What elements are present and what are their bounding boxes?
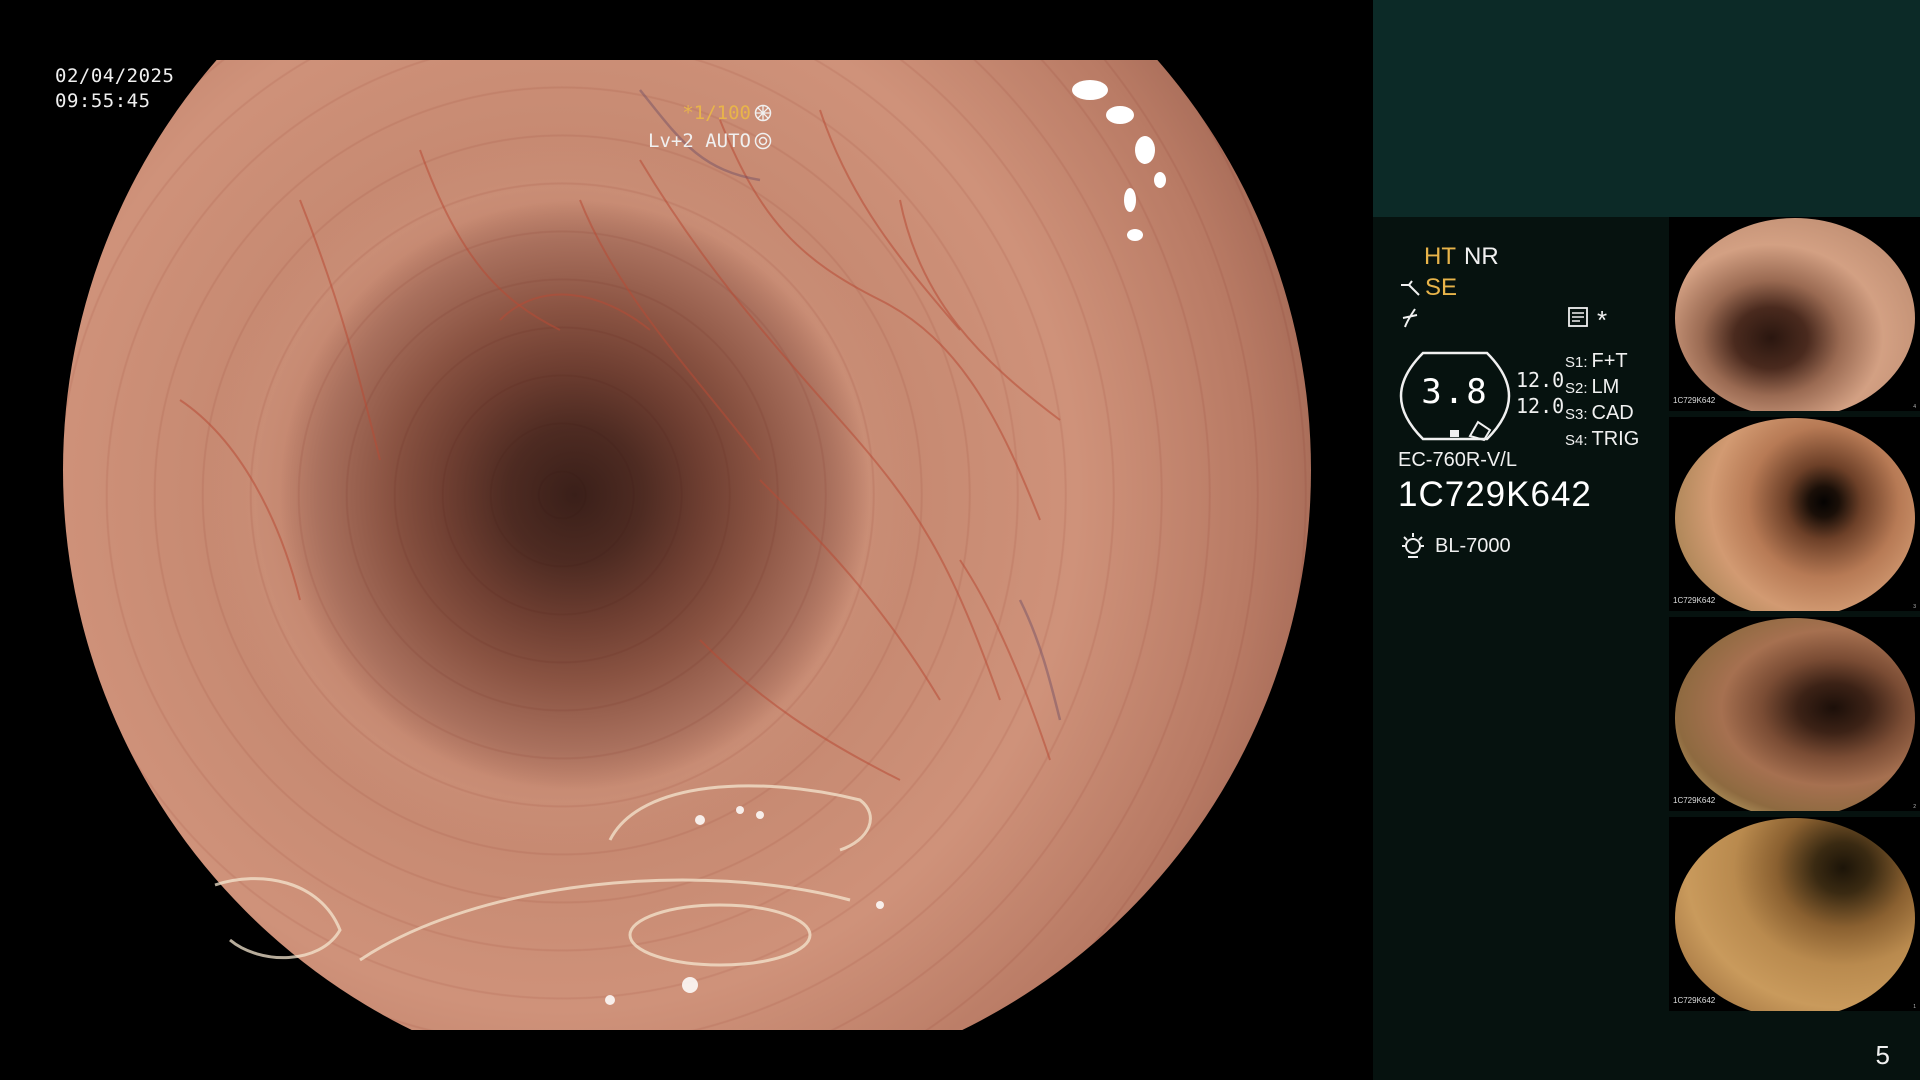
thumbnail-number: 3 [1913,604,1916,610]
specular-highlight [1072,80,1166,241]
switch-item-s2: S2: LM [1565,375,1639,401]
dimension-value-1: 12.0 [1516,368,1565,392]
date-text: 02/04/2025 [55,65,175,87]
switch-key: S3: [1565,406,1588,423]
thumbnail-number: 2 [1913,804,1916,810]
switch-key: S2: [1565,380,1588,397]
switch-value: TRIG [1591,428,1640,450]
exposure-readout: *1/100 Lv+2 AUTO [648,99,772,155]
magnification-badge: 3.8 [1398,350,1512,442]
switch-key: S1: [1565,354,1588,371]
switch-item-s3: S3: CAD [1565,401,1639,427]
se-label: SE [1425,274,1458,301]
thumbnail-image [1675,818,1915,1011]
switch-item-s1: S1: F+T [1565,349,1639,375]
switch-value: CAD [1591,402,1634,424]
endoscope-live-view: 02/04/2025 09:55:45 *1/100 Lv+2 AUTO [0,0,1372,1080]
thumbnail-number: 4 [1913,404,1916,410]
nr-label: NR [1464,243,1499,270]
light-source-text: BL-7000 [1435,535,1511,557]
brightness-level-text: Lv+2 AUTO [648,130,751,152]
dimension-value-2: 12.0 [1516,394,1565,418]
structure-enhancement-icon [1401,280,1420,296]
freeze-icon [1402,308,1418,328]
light-source-icon [1402,533,1424,558]
memory-icon [1568,307,1588,327]
captured-thumbnail[interactable]: 1C729K642 1 [1669,817,1920,1011]
date-time-readout: 02/04/2025 09:55:45 [55,64,174,114]
scope-serial-text: 1C729K642 [1398,475,1592,514]
light-source-row: BL-7000 [1399,531,1511,559]
ht-label: HT [1424,243,1456,270]
thumbnail-id: 1C729K642 [1673,396,1716,405]
enhancement-row: HT NR [1424,243,1499,271]
captured-thumbnail[interactable]: 1C729K642 2 [1669,617,1920,811]
shutter-icon [754,104,772,122]
thumbnail-id: 1C729K642 [1673,996,1716,1005]
thumbnail-id: 1C729K642 [1673,796,1716,805]
thumbnail-image [1675,418,1915,611]
switch-key: S4: [1565,432,1588,449]
asterisk-indicator: * [1597,305,1608,335]
panel-header-area [1373,0,1920,217]
switch-value: F+T [1591,350,1628,372]
magnification-value: 3.8 [1421,372,1489,412]
dimension-readout: 12.0 12.0 [1516,367,1564,419]
captured-thumbnail[interactable]: 1C729K642 3 [1669,417,1920,611]
thumbnail-image [1675,218,1915,411]
processor-settings: HT NR SE * 3.8 12.0 12.0 S1: F+T S2: LM S3:… [1373,217,1673,617]
structure-enhancement-row: SE [1399,274,1457,302]
switch-item-s4: S4: TRIG [1565,427,1639,453]
switch-value: LM [1591,376,1620,398]
scope-switch-list: S1: F+T S2: LM S3: CAD S4: TRIG [1565,349,1639,453]
iris-icon [754,132,772,150]
captured-image-list: 1C729K642 4 1C729K642 3 1C729K642 2 1C72… [1669,217,1920,1017]
thumbnail-image [1675,618,1915,811]
endoscopy-screen: 02/04/2025 09:55:45 *1/100 Lv+2 AUTO HT N… [0,0,1920,1080]
page-number: 5 [1875,1040,1890,1070]
scope-model-text: EC-760R-V/L [1398,449,1517,471]
thumbnail-number: 1 [1913,1004,1916,1010]
thumbnail-id: 1C729K642 [1673,596,1716,605]
captured-thumbnail[interactable]: 1C729K642 4 [1669,217,1920,411]
time-text: 09:55:45 [55,90,151,112]
shutter-speed-text: *1/100 [682,102,751,124]
